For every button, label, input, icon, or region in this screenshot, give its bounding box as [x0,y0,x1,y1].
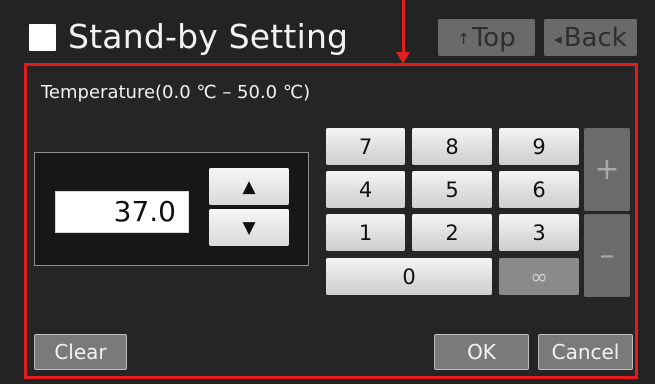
decrease-button[interactable]: ▼ [209,209,289,246]
infinity-key[interactable]: ∞ [499,258,579,295]
key-4[interactable]: 4 [326,171,405,208]
top-button-label: Top [471,22,516,53]
increase-button[interactable]: ▲ [209,168,289,205]
key-6[interactable]: 6 [499,171,579,208]
standby-setting-screen: Stand-by Setting ↑ Top ◂ Back Temperatur… [0,0,655,384]
title-square-icon [29,24,56,51]
temperature-panel: Temperature(0.0 ℃ – 50.0 ℃) 37.0 ▲ ▼ 7 8… [24,63,638,379]
key-7[interactable]: 7 [326,128,405,165]
clear-button[interactable]: Clear [34,334,127,370]
key-0[interactable]: 0 [326,258,492,295]
value-entry-box: 37.0 ▲ ▼ [34,152,309,266]
key-9[interactable]: 9 [499,128,579,165]
back-button[interactable]: ◂ Back [544,19,637,56]
page-title: Stand-by Setting [68,17,349,56]
key-2[interactable]: 2 [412,214,492,251]
top-button[interactable]: ↑ Top [438,19,535,56]
ok-button[interactable]: OK [434,334,529,370]
plus-icon: + [594,152,620,187]
minus-icon: – [599,238,615,273]
up-triangle-icon: ▲ [242,176,256,197]
up-arrow-icon: ↑ [457,29,470,48]
key-5[interactable]: 5 [412,171,492,208]
down-triangle-icon: ▼ [242,217,256,238]
key-3[interactable]: 3 [499,214,579,251]
key-8[interactable]: 8 [412,128,492,165]
temperature-range-label: Temperature(0.0 ℃ – 50.0 ℃) [41,82,311,103]
minus-button[interactable]: – [584,214,630,297]
cancel-button[interactable]: Cancel [538,334,633,370]
left-triangle-icon: ◂ [554,29,562,48]
annotation-arrow-line [402,0,405,52]
plus-button[interactable]: + [584,128,630,211]
key-1[interactable]: 1 [326,214,405,251]
back-button-label: Back [563,22,627,53]
temperature-value-field[interactable]: 37.0 [55,191,189,233]
